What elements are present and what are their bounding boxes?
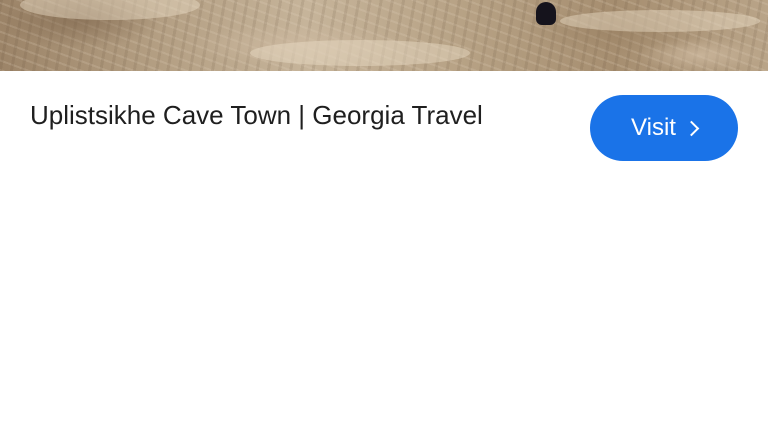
visit-button[interactable]: Visit xyxy=(590,95,738,161)
cave-opening xyxy=(536,2,556,25)
rock-ridge xyxy=(250,40,470,66)
result-title[interactable]: Uplistsikhe Cave Town | Georgia Travel xyxy=(30,96,530,162)
rock-ridge xyxy=(560,10,760,32)
chevron-right-icon xyxy=(683,120,700,136)
cave-town-photo[interactable] xyxy=(0,0,768,71)
search-result-card: Uplistsikhe Cave Town | Georgia Travel V… xyxy=(0,0,768,432)
rock-ridge xyxy=(20,0,200,20)
visit-button-label: Visit xyxy=(631,114,676,141)
